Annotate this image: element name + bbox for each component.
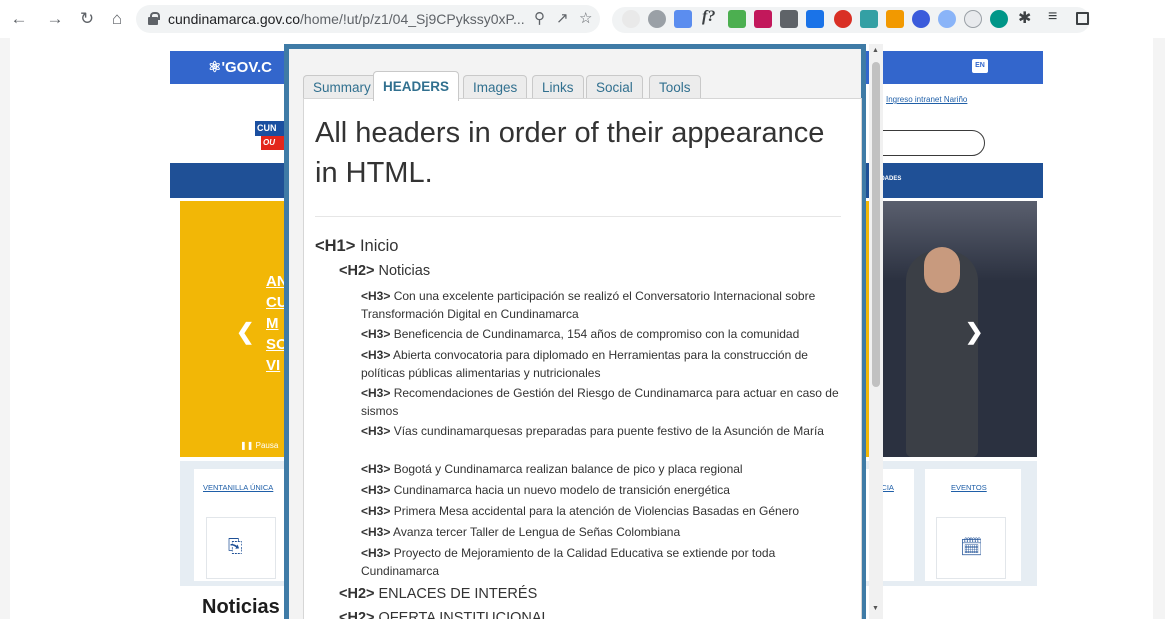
header-h3-item: <H3> Con una excelente participación se … [361,289,816,321]
carousel-prev-icon[interactable]: ❮ [236,319,254,345]
tab-links[interactable]: Links [532,75,584,100]
side-panel-icon[interactable] [1076,12,1089,25]
calendar-icon: 🗓 [960,537,983,557]
carousel-pause-button[interactable]: ❚❚ Pausa [240,441,278,450]
quick-card-label-eventos[interactable]: EVENTOS [951,483,987,492]
header-h3-item: <H3> Proyecto de Mejoramiento de la Cali… [361,546,776,578]
lock-icon[interactable] [148,12,160,25]
extension-pen-icon[interactable] [622,10,640,28]
tab-summary[interactable]: Summary [303,75,381,100]
header-h3-item: <H3> Avanza tercer Taller de Lengua de S… [361,525,681,539]
language-en-button[interactable]: EN [972,59,988,73]
media-icon[interactable]: ≡ [1048,8,1057,26]
extension-globe-icon[interactable] [990,10,1008,28]
scroll-down-icon[interactable]: ▼ [872,605,879,612]
header-h2-item: <H2> ENLACES DE INTERÉS [339,586,538,602]
extension-pink-icon[interactable] [754,10,772,28]
site-search-input[interactable] [870,130,985,156]
hero-link-5[interactable]: VI [266,357,280,374]
header-h3-item: <H3> Primera Mesa accidental para la ate… [361,504,800,518]
extension-translate-icon[interactable] [674,10,692,28]
logo-top-text: CUN [255,121,285,136]
tab-headers[interactable]: HEADERS [373,71,460,101]
panel-title: All headers in order of their appearance… [315,117,825,189]
header-h1-item: <H1> Inicio [315,237,399,255]
scrollbar-thumb[interactable] [872,62,880,387]
tab-social[interactable]: Social [586,75,643,100]
header-h2-item: <H2> OFERTA INSTITUCIONAL [339,610,550,619]
scroll-up-icon[interactable]: ▲ [872,47,879,54]
address-bar[interactable]: cundinamarca.gov.co/home/!ut/p/z1/04_Sj9… [136,5,600,33]
header-h3-item: <H3> Abierta convocatoria para diplomado… [361,348,808,380]
tab-images[interactable]: Images [463,75,528,100]
extension-blue-icon[interactable] [806,10,824,28]
reload-icon[interactable]: ↻ [76,8,98,30]
header-h3-item: <H3> Vías cundinamarquesas preparadas pa… [361,424,824,438]
extension-shield-icon[interactable] [938,10,956,28]
extension-gear-icon[interactable] [648,10,666,28]
extension-sheet-icon[interactable] [728,10,746,28]
extension-camera-icon[interactable] [780,10,798,28]
noticias-heading: Noticias [202,596,280,618]
share-icon[interactable]: ↗ [556,9,569,27]
photo-face [924,247,960,293]
seo-panel: Summary HEADERS Images Links Social Tool… [284,44,866,619]
home-icon[interactable]: ⌂ [106,8,128,30]
header-h2-item: <H2> Noticias [339,263,431,279]
panel-scrollbar[interactable]: ▲ ▼ [869,44,883,619]
url-text[interactable]: cundinamarca.gov.co/home/!ut/p/z1/04_Sj9… [168,11,525,27]
extension-s-icon[interactable] [834,10,852,28]
header-h3-item: <H3> Beneficencia de Cundinamarca, 154 a… [361,327,800,341]
extension-info-icon[interactable] [964,10,982,28]
header-h3-item: <H3> Bogotá y Cundinamarca realizan bala… [361,462,743,476]
back-icon[interactable]: ← [8,8,30,30]
hero-link-3[interactable]: M [266,315,279,332]
browser-toolbar: ← → ↻ ⌂ cundinamarca.gov.co/home/!ut/p/z… [0,0,1165,38]
forward-icon[interactable]: → [44,8,66,30]
logo-bottom-text: OU [261,136,285,150]
extension-circle-icon[interactable] [912,10,930,28]
intranet-link[interactable]: Ingreso intranet Nariño [886,95,967,104]
header-h3-item: <H3> Recomendaciones de Gestión del Ries… [361,386,839,418]
extension-pen2-icon[interactable] [886,10,904,28]
headers-content: All headers in order of their appearance… [303,98,862,619]
extension-formula-icon[interactable]: f? [702,8,715,26]
header-h3-item: <H3> Cundinamarca hacia un nuevo modelo … [361,483,730,497]
title-divider [315,216,841,217]
quick-card-label-ventanilla[interactable]: VENTANILLA ÚNICA [203,483,273,492]
star-icon[interactable]: ☆ [579,9,592,27]
hero-photo [870,201,1037,457]
extension-chart-icon[interactable] [860,10,878,28]
cursor-click-icon: ⎘ [228,536,243,556]
tab-tools[interactable]: Tools [649,75,701,100]
extensions-icon[interactable]: ✱ [1018,8,1031,28]
gov-brand[interactable]: ⚛'GOV.C [208,58,272,76]
site-logo[interactable]: CUN OU [255,121,285,151]
carousel-next-icon[interactable]: ❯ [965,319,983,345]
zoom-icon[interactable]: ⚲ [534,9,545,27]
